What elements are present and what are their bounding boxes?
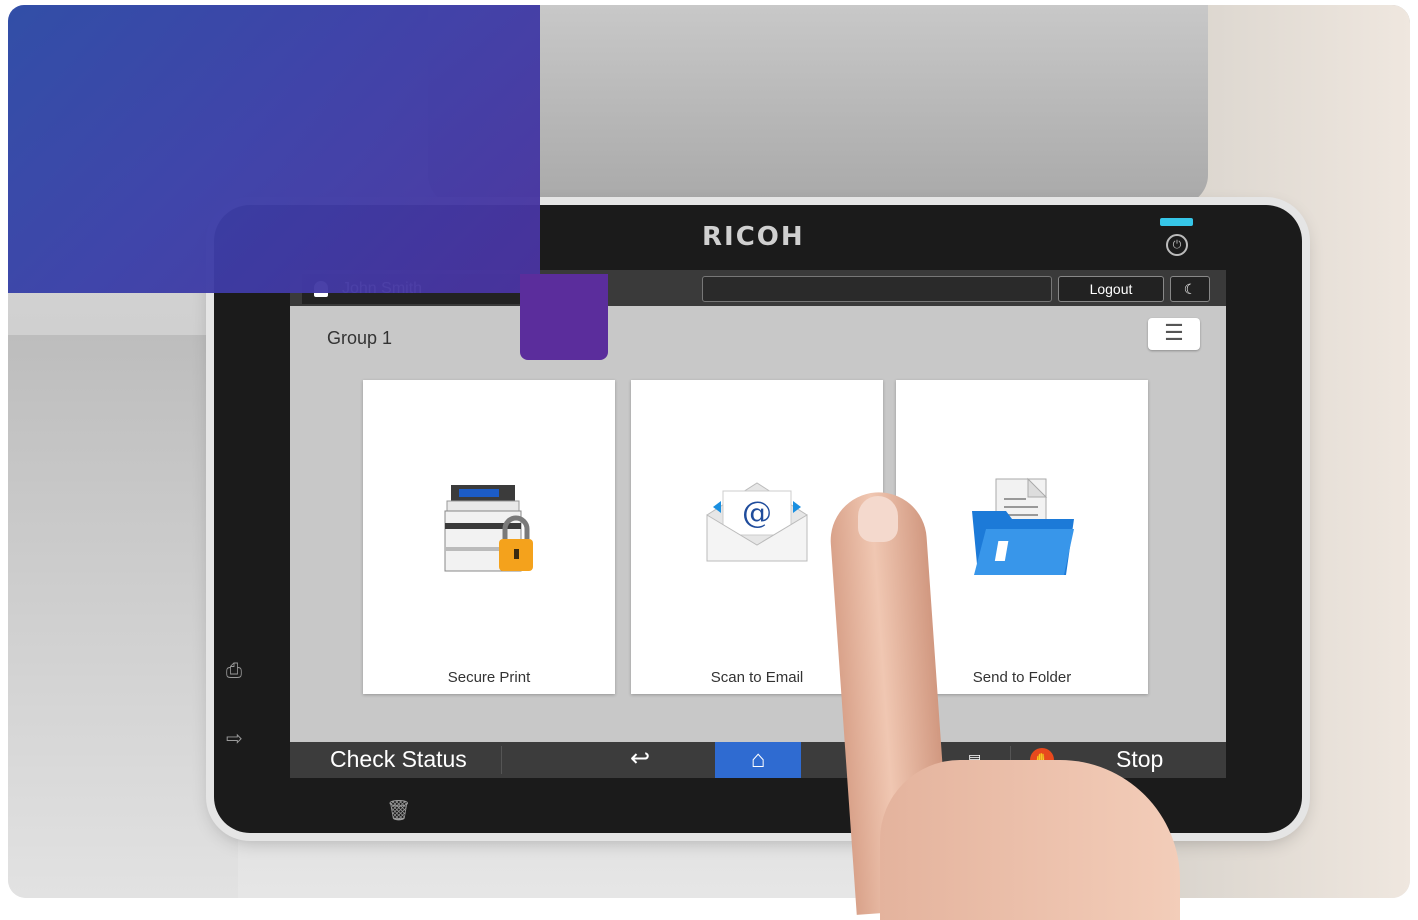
stop-button[interactable]: Stop <box>1116 746 1163 773</box>
decorative-overlay-tab <box>520 274 608 360</box>
svg-text:@: @ <box>742 496 772 531</box>
fingernail <box>858 496 898 542</box>
decorative-overlay <box>8 5 540 293</box>
moon-icon[interactable]: ☾ <box>1170 276 1210 302</box>
printer-lock-icon <box>441 475 537 584</box>
status-led <box>1160 218 1193 226</box>
trash-side-icon[interactable]: 🗑 <box>386 798 411 823</box>
tile-secure-print[interactable]: Secure Print <box>363 380 615 694</box>
folder-document-icon <box>966 475 1078 584</box>
brand-logo: RICOH <box>702 222 805 252</box>
divider <box>501 746 502 774</box>
tile-label: Secure Print <box>447 669 531 686</box>
login-side-icon[interactable]: ⇨ <box>226 726 243 751</box>
back-arrow-icon[interactable]: ↩ <box>630 744 650 773</box>
email-envelope-icon: @ <box>701 475 813 570</box>
printer-side <box>8 335 238 898</box>
logout-button[interactable]: Logout <box>1058 276 1164 302</box>
group-title: Group 1 <box>327 328 393 348</box>
printer-body <box>428 5 1208 205</box>
list-menu-icon[interactable]: ☰ <box>1148 318 1200 350</box>
message-field[interactable] <box>702 276 1052 302</box>
power-icon[interactable]: ⏻ <box>1166 234 1188 256</box>
check-status-button[interactable]: Check Status <box>330 746 467 773</box>
home-icon[interactable]: ⌂ <box>715 742 801 778</box>
touch-screen: John Smith Logout ☾ Group 1 ☰ Secure Pri… <box>290 270 1226 778</box>
printer-side-icon[interactable]: ⎙ <box>226 660 242 683</box>
